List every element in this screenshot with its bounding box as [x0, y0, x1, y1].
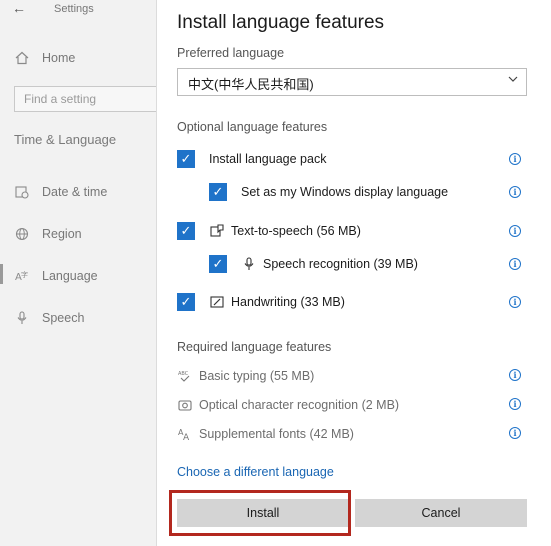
cancel-button[interactable]: Cancel	[355, 499, 527, 527]
checkbox-checked-icon[interactable]: ✓	[177, 150, 195, 168]
text-to-speech-icon	[209, 223, 225, 239]
dialog-title: Install language features	[177, 12, 385, 33]
option-label: Speech recognition (39 MB)	[263, 257, 418, 271]
abc-check-icon: ABC	[177, 368, 193, 384]
microphone-icon	[14, 310, 30, 326]
option-display-language[interactable]: ✓ Set as my Windows display language	[209, 183, 448, 201]
info-icon[interactable]: i	[509, 225, 521, 237]
font-icon: AA	[177, 426, 193, 442]
option-speech-recognition[interactable]: ✓ Speech recognition (39 MB)	[209, 255, 418, 273]
option-text-to-speech[interactable]: ✓ Text-to-speech (56 MB)	[177, 222, 361, 240]
required-basic-typing: ABC Basic typing (55 MB)	[177, 368, 314, 384]
info-icon[interactable]: i	[509, 153, 521, 165]
nav-region[interactable]: Region	[14, 226, 82, 242]
nav-speech-label: Speech	[42, 311, 85, 325]
install-language-dialog: Install language features Preferred lang…	[156, 0, 551, 546]
language-icon: A字	[14, 268, 30, 284]
section-title: Time & Language	[14, 132, 117, 147]
required-label: Basic typing (55 MB)	[199, 369, 315, 383]
required-features-label: Required language features	[177, 340, 332, 354]
nav-home-label: Home	[42, 51, 76, 65]
info-icon[interactable]: i	[509, 427, 521, 439]
selected-indicator	[0, 264, 3, 284]
choose-different-language-link[interactable]: Choose a different language	[177, 465, 334, 479]
back-arrow-icon[interactable]: ←	[12, 0, 26, 16]
nav-date-time-label: Date & time	[42, 185, 108, 199]
preferred-language-value: 中文(中华人民共和国)	[188, 77, 314, 92]
option-label: Set as my Windows display language	[241, 185, 449, 199]
checkbox-checked-icon[interactable]: ✓	[209, 183, 227, 201]
home-icon	[14, 50, 30, 66]
option-label: Handwriting (33 MB)	[231, 295, 345, 309]
checkbox-checked-icon[interactable]: ✓	[177, 293, 195, 311]
nav-home[interactable]: Home	[14, 50, 75, 66]
preferred-language-dropdown[interactable]: 中文(中华人民共和国)	[177, 68, 527, 96]
info-icon[interactable]: i	[509, 398, 521, 410]
nav-region-label: Region	[42, 227, 82, 241]
optional-features-label: Optional language features	[177, 120, 328, 134]
required-ocr: Optical character recognition (2 MB)	[177, 397, 399, 413]
nav-language-label: Language	[42, 269, 98, 283]
settings-window: ← Settings Home Find a setting Time & La…	[0, 0, 551, 546]
svg-text:字: 字	[21, 270, 28, 279]
required-label: Supplemental fonts (42 MB)	[199, 427, 354, 441]
nav-language[interactable]: A字 Language	[14, 268, 98, 284]
nav-date-time[interactable]: Date & time	[14, 184, 107, 200]
install-button[interactable]: Install	[177, 499, 349, 527]
calendar-clock-icon	[14, 184, 30, 200]
pen-icon	[209, 294, 225, 310]
nav-speech[interactable]: Speech	[14, 310, 84, 326]
info-icon[interactable]: i	[509, 296, 521, 308]
globe-icon	[14, 226, 30, 242]
preferred-language-label: Preferred language	[177, 46, 285, 60]
svg-text:A: A	[183, 433, 190, 441]
option-label: Install language pack	[209, 152, 327, 166]
option-handwriting[interactable]: ✓ Handwriting (33 MB)	[177, 293, 345, 311]
option-install-language-pack[interactable]: ✓ Install language pack	[177, 150, 326, 168]
checkbox-checked-icon[interactable]: ✓	[209, 255, 227, 273]
required-label: Optical character recognition (2 MB)	[199, 398, 400, 412]
app-title: Settings	[54, 3, 94, 15]
svg-text:ABC: ABC	[178, 371, 189, 377]
required-fonts: AA Supplemental fonts (42 MB)	[177, 426, 354, 442]
chevron-down-icon	[508, 74, 518, 87]
option-label: Text-to-speech (56 MB)	[231, 224, 361, 238]
camera-icon	[177, 397, 193, 413]
info-icon[interactable]: i	[509, 258, 521, 270]
checkbox-checked-icon[interactable]: ✓	[177, 222, 195, 240]
info-icon[interactable]: i	[509, 369, 521, 381]
find-setting-input[interactable]: Find a setting	[14, 86, 164, 112]
microphone-icon	[241, 256, 257, 272]
info-icon[interactable]: i	[509, 186, 521, 198]
